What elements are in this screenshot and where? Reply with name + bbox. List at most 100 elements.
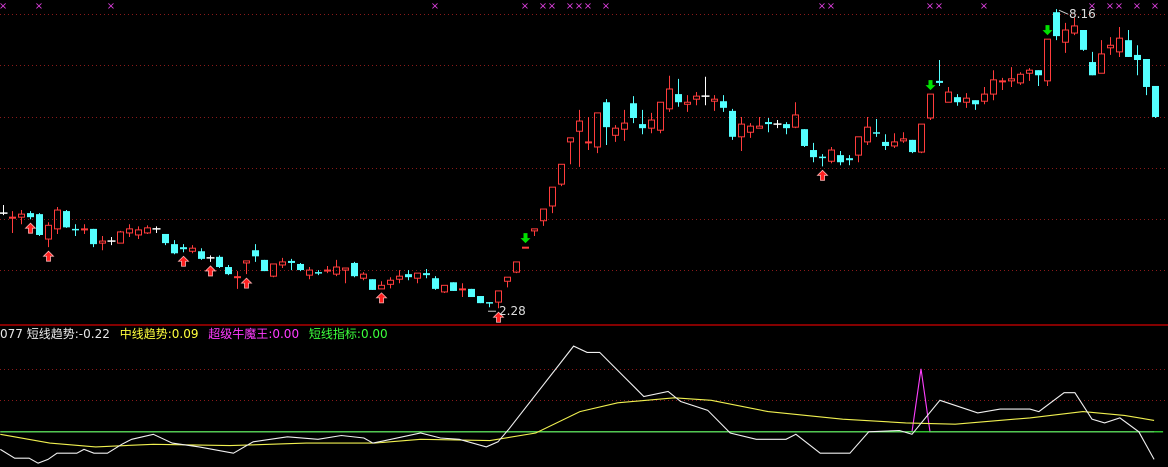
candle xyxy=(846,155,853,166)
candle xyxy=(135,226,142,240)
candle xyxy=(612,125,619,142)
candle-body-up xyxy=(540,208,547,222)
candle-body-up xyxy=(567,137,574,143)
buy-arrow-up-icon xyxy=(177,255,190,267)
candle xyxy=(1098,40,1105,74)
candle-body-up xyxy=(918,123,925,153)
candle xyxy=(225,264,232,276)
candle xyxy=(864,116,871,145)
candle-body-up xyxy=(981,93,988,102)
candle-body-up xyxy=(387,279,394,285)
candle xyxy=(738,116,745,152)
candle-body-down xyxy=(486,302,493,304)
candle-body-up xyxy=(378,284,385,290)
candle-body-up xyxy=(666,88,673,110)
candle xyxy=(540,208,547,226)
candle xyxy=(882,134,889,151)
candle-body-up xyxy=(738,123,745,138)
candle-body-down xyxy=(720,101,727,108)
candle xyxy=(9,211,16,233)
signal-marker-x-icon: × xyxy=(602,1,610,12)
candle xyxy=(54,207,61,234)
candle xyxy=(414,272,421,284)
signal-marker-x-icon: × xyxy=(521,1,529,12)
candle-body-up xyxy=(612,127,619,136)
candle-body-down xyxy=(1035,70,1042,76)
legend-value: 0.00 xyxy=(360,327,388,341)
candle xyxy=(252,244,259,262)
candle-body-down xyxy=(162,233,169,244)
candle-body-down xyxy=(936,80,943,83)
candle xyxy=(1116,26,1123,57)
candle-body-up xyxy=(441,284,448,293)
signal-marker-x-icon: × xyxy=(431,1,439,12)
signal-marker-x-icon: × xyxy=(0,1,7,12)
candle-body-up xyxy=(531,228,538,232)
candle-body-up xyxy=(522,246,529,249)
candle-body-up xyxy=(504,276,511,282)
candle-body-up xyxy=(927,93,934,119)
candle xyxy=(117,230,124,244)
signal-marker-x-icon: × xyxy=(575,1,583,12)
candle xyxy=(504,276,511,288)
candle xyxy=(477,296,484,304)
candle-body-down xyxy=(819,156,826,159)
candle-body-down xyxy=(27,213,34,218)
indicator-line-white xyxy=(0,345,1155,464)
candle xyxy=(1134,45,1141,76)
buy-arrow-up-icon xyxy=(375,292,388,304)
candle-body-up xyxy=(711,98,718,102)
candle-body-down xyxy=(180,247,187,250)
candle-body-down xyxy=(468,288,475,298)
legend-label: 短线指标 xyxy=(309,327,361,341)
candle xyxy=(765,117,772,133)
candle-body-up xyxy=(117,231,124,244)
candle xyxy=(648,112,655,134)
signal-marker-x-icon: × xyxy=(539,1,547,12)
chart-canvas[interactable]: × × × × × × × × × × × × × × × × × × × × × 8.16 2.28 xyxy=(0,0,1168,467)
legend-short-trend[interactable]: 短线趋势-0.22 xyxy=(27,327,110,341)
candle xyxy=(126,224,133,238)
candle-body-up xyxy=(792,114,799,128)
candle xyxy=(405,270,412,281)
candle xyxy=(279,257,286,269)
candle-body-down xyxy=(954,97,961,103)
candle xyxy=(189,245,196,254)
candle-body-up xyxy=(414,272,421,279)
candle-body-up xyxy=(459,288,466,291)
candle xyxy=(1044,38,1051,86)
candle-body-down xyxy=(72,228,79,231)
candle xyxy=(351,261,358,278)
signal-arrows xyxy=(24,25,1053,323)
candle-body-up xyxy=(9,216,16,219)
candle xyxy=(963,93,970,108)
candle-body-up xyxy=(54,209,61,230)
candle-body-up xyxy=(576,120,583,132)
legend-value: 0.00 xyxy=(272,327,300,341)
candle-body-down xyxy=(846,158,853,161)
candle xyxy=(99,235,106,251)
candle-body-down xyxy=(603,102,610,128)
legend-super-bull[interactable]: 超级牛魔王0.00 xyxy=(208,327,299,341)
candle xyxy=(333,259,340,277)
candle-body-down xyxy=(432,278,439,289)
candle xyxy=(693,92,700,106)
candle-body-up xyxy=(1044,38,1051,82)
legend-value: -0.22 xyxy=(78,327,110,341)
legend-value: 0.09 xyxy=(171,327,199,341)
legend-short-indicator[interactable]: 短线指标0.00 xyxy=(309,327,388,341)
candle xyxy=(819,154,826,167)
candle-body-up xyxy=(999,80,1006,83)
candle xyxy=(549,186,556,214)
legend-mid-trend[interactable]: 中线趋势0.09 xyxy=(120,327,199,341)
candle-body-up xyxy=(1062,29,1069,43)
candle xyxy=(306,267,313,280)
candle xyxy=(558,163,565,187)
signal-marker-x-icon: × xyxy=(584,1,592,12)
candle-body-down xyxy=(630,103,637,118)
candle xyxy=(522,246,529,249)
candle-body-up xyxy=(945,91,952,103)
candle-body-up xyxy=(657,101,664,131)
candle xyxy=(206,255,215,262)
candle-body-up xyxy=(558,163,565,185)
